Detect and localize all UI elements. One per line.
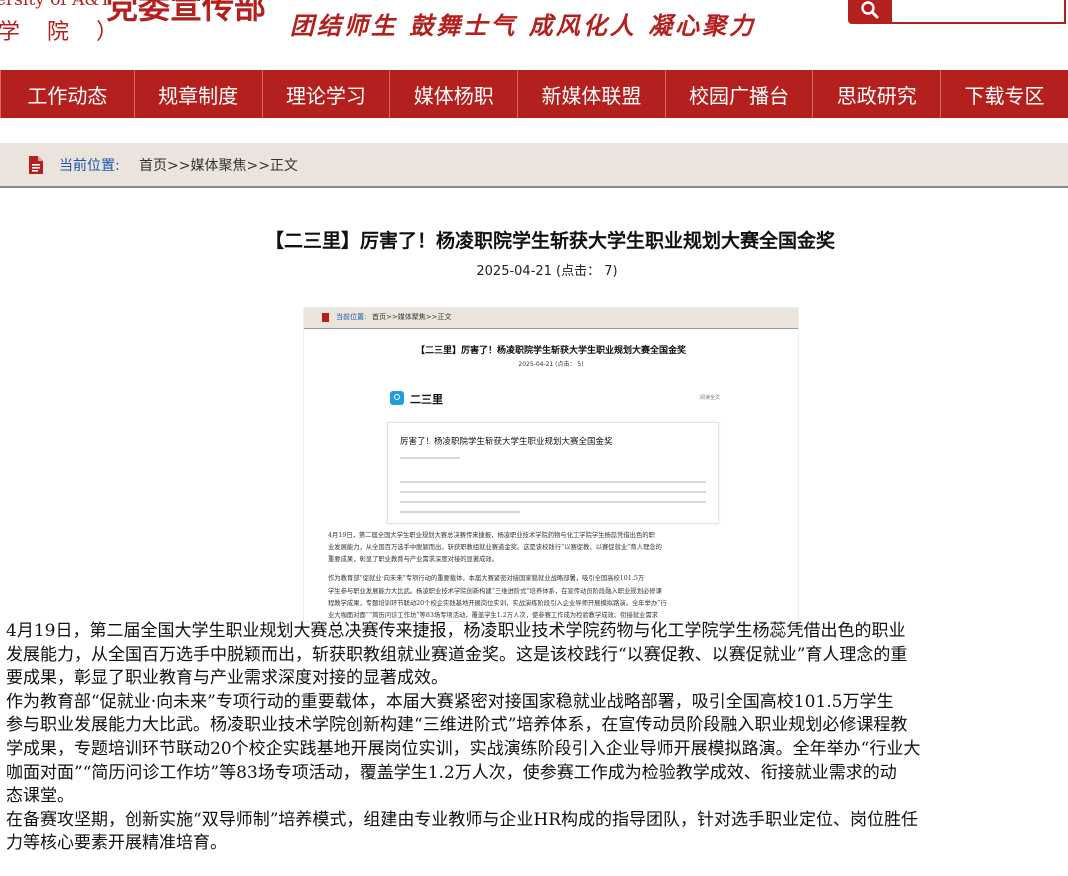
logo-chinese-text: 党委宣传部	[106, 0, 267, 26]
image-account-name: 二三里	[410, 393, 443, 406]
logo-english-text: ersity of A&T	[0, 0, 111, 10]
logo-sub-text: 学 院 ）	[0, 20, 128, 45]
article-title: 【二三里】厉害了！杨凌职院学生斩获大学生职业规划大赛全国金奖	[264, 230, 835, 252]
main-nav: 工作动态 规章制度 理论学习 媒体杨职 新媒体联盟 校园广播台 思政研究 下载专…	[0, 70, 1068, 118]
image-paragraph-line: 程教学成果，专题培训环节联动20个校企实践基地开展岗位实训，实战演练阶段引入企业…	[328, 600, 667, 607]
image-text-placeholder	[400, 491, 706, 493]
body-line: 参与职业发展能力大比武。杨凌职业技术学院创新构建“三维进阶式”培养体系，在宣传动…	[6, 715, 908, 736]
article-image: 当前位置: 首页>>媒体聚焦>>正文 【二三里】厉害了！杨凌职院学生斩获大学生职…	[303, 307, 799, 622]
slogan: 团结师生 鼓舞士气 成风化人 凝心聚力	[290, 11, 757, 40]
location-pin-icon	[390, 391, 404, 405]
document-icon	[29, 156, 43, 174]
image-document-icon	[322, 313, 329, 322]
article-body: 4月19日，第二届全国大学生职业规划大赛总决赛传来捷报，杨凌职业技术学院药物与化…	[6, 620, 1068, 856]
image-text-placeholder	[400, 511, 520, 513]
image-breadcrumb-path: 首页>>媒体聚焦>>正文	[372, 313, 452, 321]
body-line: 4月19日，第二届全国大学生职业规划大赛总决赛传来捷报，杨凌职业技术学院药物与化…	[6, 621, 906, 641]
body-line: 力等核心要素开展精准培育。	[6, 833, 227, 854]
body-line: 态课堂。	[6, 786, 74, 807]
breadcrumb: 当前位置: 首页>>媒体聚焦>>正文	[0, 143, 1068, 188]
nav-item-ideology-research[interactable]: 思政研究	[812, 70, 940, 118]
body-line: 咖面对面”“简历问诊工作坊”等83场专项活动，覆盖学生1.2万人次，使参赛工作成…	[6, 762, 897, 783]
image-card-title: 厉害了！杨凌职院学生斩获大学生职业规划大赛全国金奖	[400, 437, 613, 447]
image-breadcrumb-label: 当前位置:	[336, 313, 367, 321]
image-paragraph-line: 学生参与职业发展能力大比武。杨凌职业技术学院创新构建“三维进阶式”培养体系，在宣…	[328, 588, 662, 595]
image-paragraph-line: 重要成果，彰显了职业教育与产业需求深度对接的显著成效。	[328, 556, 499, 563]
body-line: 学成果，专题培训环节联动20个校企实践基地开展岗位实训，实战演练阶段引入企业导师…	[6, 738, 921, 759]
image-text-placeholder	[400, 481, 706, 483]
search-box	[848, 0, 1068, 24]
image-text-placeholder	[400, 501, 706, 503]
image-more-link: 阅读全文	[699, 395, 720, 401]
nav-item-new-media-alliance[interactable]: 新媒体联盟	[517, 70, 665, 118]
image-share-card: 二三里 阅读全文 厉害了！杨凌职院学生斩获大学生职业规划大赛全国金奖	[384, 384, 720, 524]
image-paragraph-line: 4月19日，第二届全国大学生职业规划大赛总决赛传来捷报，杨凌职业技术学院药物与化…	[328, 532, 655, 539]
search-icon	[861, 1, 879, 19]
search-button[interactable]	[848, 0, 892, 24]
nav-item-downloads[interactable]: 下载专区	[940, 70, 1068, 118]
nav-item-campus-radio[interactable]: 校园广播台	[664, 70, 813, 118]
nav-item-theory-study[interactable]: 理论学习	[261, 70, 390, 118]
body-line: 发展能力，从全国百万选手中脱颖而出，斩获职教组就业赛道金奖。这是该校践行“以赛促…	[6, 644, 908, 665]
nav-item-work-news[interactable]: 工作动态	[0, 70, 134, 118]
nav-item-regulations[interactable]: 规章制度	[133, 70, 262, 118]
image-paragraph-line: 作为教育部“促就业·向未来”专项行动的重要载体，本届大赛紧密对接国家稳就业战略部…	[328, 575, 645, 582]
breadcrumb-path[interactable]: 首页>>媒体聚焦>>正文	[139, 155, 298, 175]
image-meta: 2025-04-21 (点击： 5)	[518, 361, 584, 368]
body-line: 要成果，彰显了职业教育与产业需求深度对接的显著成效。	[6, 668, 448, 689]
image-article-box: 厉害了！杨凌职院学生斩获大学生职业规划大赛全国金奖	[387, 422, 719, 524]
body-line: 在备赛攻坚期，创新实施“双导师制”培养模式，组建由专业教师与企业HR构成的指导团…	[6, 809, 919, 830]
article-meta: 2025-04-21 (点击： 7)	[476, 264, 618, 279]
image-breadcrumb: 当前位置: 首页>>媒体聚焦>>正文	[304, 308, 798, 329]
search-input[interactable]	[892, 0, 1066, 24]
breadcrumb-label: 当前位置:	[59, 158, 120, 174]
image-title: 【二三里】厉害了！杨凌职院学生斩获大学生职业规划大赛全国金奖	[415, 346, 686, 356]
image-date-placeholder	[400, 457, 460, 459]
nav-item-media[interactable]: 媒体杨职	[389, 70, 517, 118]
image-paragraph-line: 业发展能力，从全国百万选手中脱颖而出，斩获职教组就业赛道金奖。这是该校践行“以赛…	[328, 544, 662, 551]
site-header: ersity of A&T 党委宣传部 学 院 ） 团结师生 鼓舞士气 成风化人…	[0, 0, 1068, 70]
body-line: 作为教育部“促就业·向未来”专项行动的重要载体，本届大赛紧密对接国家稳就业战略部…	[6, 691, 894, 712]
